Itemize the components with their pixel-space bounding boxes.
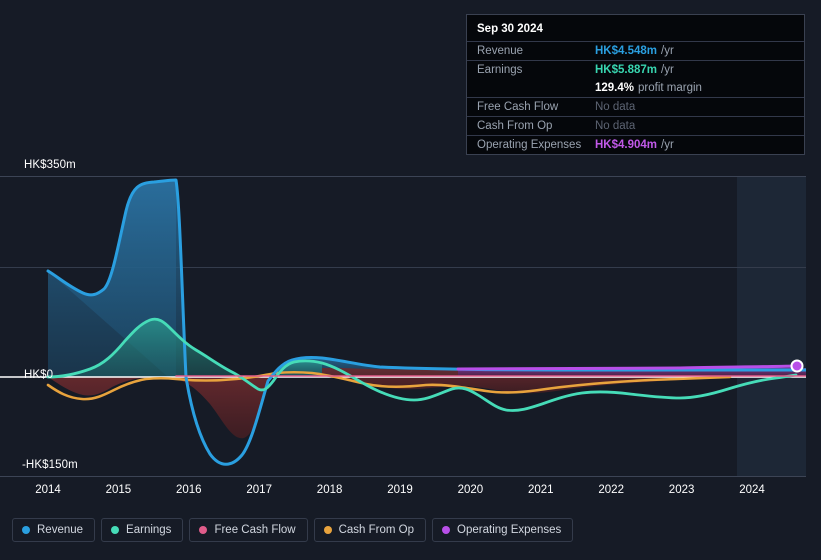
x-axis-tick-2019: 2019 xyxy=(387,484,413,496)
tooltip-row-label: Free Cash Flow xyxy=(477,101,559,113)
y-axis-label-bottom: -HK$150m xyxy=(22,459,78,471)
x-axis-tick-2014: 2014 xyxy=(35,484,61,496)
legend-item-label: Free Cash Flow xyxy=(214,524,296,536)
data-tooltip: Sep 30 2024 Revenue HK$4.548m/yr Earnings H… xyxy=(466,14,805,155)
x-axis-tick-2015: 2015 xyxy=(105,484,132,496)
x-axis-tick-2021: 2021 xyxy=(528,484,554,496)
tooltip-row-value: No data xyxy=(595,101,636,113)
tooltip-date: Sep 30 2024 xyxy=(477,23,543,35)
tooltip-row-value: 129.4% xyxy=(595,82,635,94)
tooltip-row-value: HK$5.887m xyxy=(595,64,658,76)
tooltip-row-label: Cash From Op xyxy=(477,120,553,132)
tooltip-row-value: HK$4.904m xyxy=(595,139,658,151)
tooltip-row-value: HK$4.548m xyxy=(595,45,658,57)
legend-item-label: Revenue xyxy=(37,524,84,536)
tooltip-row: Revenue HK$4.548m/yr xyxy=(467,41,804,60)
chart-plot-area xyxy=(0,176,806,477)
legend-color-dot-icon xyxy=(111,526,120,534)
legend-color-dot-icon xyxy=(22,526,30,534)
legend-item-cash-from-op[interactable]: Cash From Op xyxy=(313,518,427,542)
legend-item-label: Cash From Op xyxy=(338,524,415,536)
negative-area xyxy=(48,377,268,439)
tooltip-row-unit: /yr xyxy=(661,64,674,76)
legend-item-earnings[interactable]: Earnings xyxy=(101,518,184,542)
legend-item-label: Earnings xyxy=(126,524,172,536)
tooltip-row-label: Operating Expenses xyxy=(477,139,582,151)
legend-item-label: Operating Expenses xyxy=(457,524,562,536)
x-axis-tick-2017: 2017 xyxy=(246,484,272,496)
legend-color-dot-icon xyxy=(199,526,208,534)
tooltip-rows: Revenue HK$4.548m/yr Earnings HK$5.887m/yr 1… xyxy=(467,41,804,154)
y-axis-label-top: HK$350m xyxy=(24,159,76,171)
legend-item-revenue[interactable]: Revenue xyxy=(12,518,96,542)
financial-area-chart xyxy=(0,176,806,477)
x-axis: 2014 2015 2016 2017 2018 2019 2020 2021 2022 2023… xyxy=(0,484,806,500)
tooltip-row-value: No data xyxy=(595,120,636,132)
tooltip-row-label: Revenue xyxy=(477,45,524,57)
chart-screenshot: HK$350m HK$0 -HK$150m 2014 2015 2016 2017 20… xyxy=(0,0,821,560)
x-axis-tick-2018: 2018 xyxy=(316,484,343,496)
x-axis-tick-2022: 2022 xyxy=(598,484,624,496)
legend-color-dot-icon xyxy=(323,526,332,534)
tooltip-row: 129.4% profit margin xyxy=(467,79,804,97)
legend-color-dot-icon xyxy=(442,526,451,534)
tooltip-row-unit: profit margin xyxy=(638,82,702,94)
x-axis-tick-2023: 2023 xyxy=(668,484,695,496)
tooltip-row: Earnings HK$5.887m/yr xyxy=(467,60,804,79)
chart-legend: Revenue Earnings Free Cash Flow Cash From O… xyxy=(12,518,574,542)
tooltip-row: Operating Expenses HK$4.904m/yr xyxy=(467,135,804,154)
tooltip-row-unit: /yr xyxy=(661,45,674,57)
legend-item-free-cash-flow[interactable]: Free Cash Flow xyxy=(189,518,308,542)
x-axis-tick-2016: 2016 xyxy=(176,484,202,496)
y-axis-label-zero: HK$0 xyxy=(24,369,54,381)
tooltip-row-label: Earnings xyxy=(477,64,523,76)
tooltip-row-unit: /yr xyxy=(661,139,674,151)
legend-item-operating-expenses[interactable]: Operating Expenses xyxy=(432,518,574,542)
x-axis-tick-2024: 2024 xyxy=(739,484,765,496)
tooltip-row: Cash From Op No data xyxy=(467,116,804,135)
x-axis-tick-2020: 2020 xyxy=(457,484,484,496)
series-end-marker xyxy=(790,359,804,373)
tooltip-row: Free Cash Flow No data xyxy=(467,97,804,116)
highlight-band xyxy=(737,176,806,477)
